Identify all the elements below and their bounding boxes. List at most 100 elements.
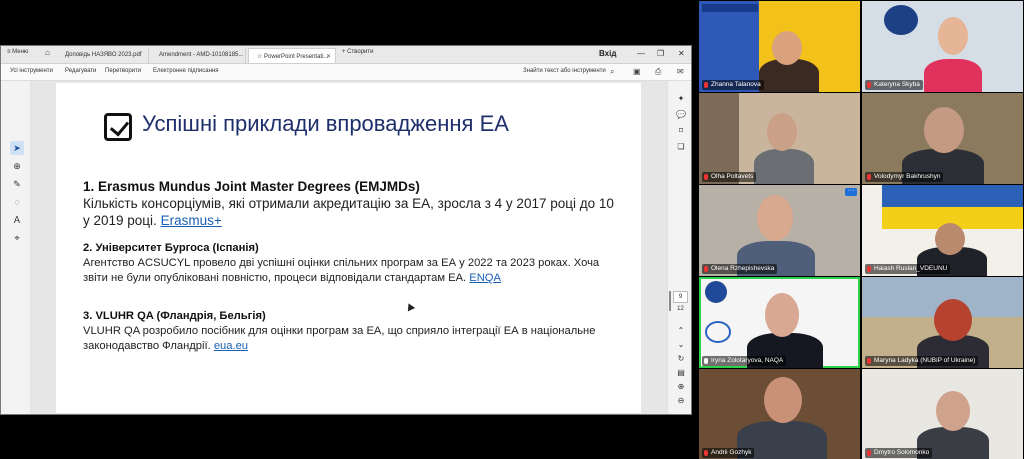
participant-tile[interactable]: Kateryna Skyba [862, 1, 1023, 92]
pdf-viewer-window: ≡ Меню ⌂ Доповідь НАЗЯВО 2023.pdf Amendm… [0, 45, 692, 415]
tab-label: PowerPoint Presentati... [264, 54, 329, 60]
zoom-icon[interactable]: ⊕ [10, 159, 24, 173]
participant-tile[interactable]: Andrii Gozhyk [699, 369, 860, 459]
bookmark-icon[interactable]: ⌑ [675, 125, 687, 137]
mic-muted-icon [704, 450, 708, 456]
select-cursor-icon[interactable]: ➤ [10, 141, 24, 155]
right-tool-rail: ✦ 💬 ⌑ ❏ 9 12 ⌃ ⌄ ↻ ▤ ⊕ ⊖ [667, 81, 691, 414]
text-icon[interactable]: Ａ [10, 213, 24, 227]
mail-icon[interactable]: ✉ [677, 67, 684, 76]
mic-muted-icon [867, 358, 871, 364]
mic-muted-icon [867, 82, 871, 88]
toolbar-convert[interactable]: Перетворити [105, 68, 141, 74]
zoom-out-icon[interactable]: ⊖ [675, 395, 687, 407]
person-head [764, 377, 802, 423]
save-icon[interactable]: ▣ [633, 67, 641, 76]
pen-icon[interactable]: ✎ [10, 177, 24, 191]
person-head [934, 299, 972, 341]
participant-tile[interactable]: ··· Olena Rzhepishevska [699, 185, 860, 276]
new-tab-button[interactable]: + Створити [342, 49, 374, 55]
participant-tile[interactable]: Maryna Ladyka (NUBiP of Ukraine) [862, 277, 1023, 368]
zoom-in-icon[interactable]: ⊕ [675, 381, 687, 393]
mic-muted-icon [867, 450, 871, 456]
tab-label: Amendment - AMD-10108185... [159, 52, 244, 58]
search-text-button[interactable]: Знайти текст або інструменти [523, 68, 606, 74]
slide-title: Успішні приклади впровадження ЕА [142, 111, 509, 136]
person-head [938, 17, 968, 55]
tab-bar: ≡ Меню ⌂ Доповідь НАЗЯВО 2023.pdf Amendm… [1, 46, 691, 64]
person-head [936, 391, 970, 431]
participant-name: Olena Rzhepishevska [702, 264, 778, 274]
participant-tile[interactable]: Dmytro Solomonko [862, 369, 1023, 459]
participant-name-text: Kateryna Skyba [874, 81, 920, 88]
flag-blue [882, 185, 1023, 207]
person-head [767, 113, 797, 151]
erasmus-badge [705, 321, 731, 343]
close-window-icon[interactable]: ✕ [678, 49, 685, 58]
person-head [765, 293, 799, 337]
more-options-icon[interactable]: ··· [845, 187, 857, 196]
source-link[interactable]: ENQA [469, 272, 501, 284]
tab-doc-1[interactable]: Доповідь НАЗЯВО 2023.pdf [57, 48, 149, 63]
participant-name: Dmytro Solomonko [865, 448, 933, 458]
participant-tile-active-speaker[interactable]: Iryna Zolotaryova, NAQA [699, 277, 860, 368]
maximize-icon[interactable]: ❐ [657, 49, 664, 58]
current-page-field[interactable]: 9 [673, 291, 688, 303]
backdrop-blue [699, 1, 759, 92]
person-torso [924, 59, 982, 92]
banner [702, 4, 758, 12]
total-pages: 12 [677, 306, 684, 312]
menu-button[interactable]: ≡ Меню [7, 49, 28, 55]
fit-page-icon[interactable]: ▤ [675, 367, 687, 379]
participant-tile[interactable]: Haiash Ruslan_VDEUNU [862, 185, 1023, 276]
mic-icon [704, 358, 708, 364]
pages-icon[interactable]: ❏ [675, 141, 687, 153]
stamp-icon[interactable]: ⌖ [10, 231, 24, 245]
print-icon[interactable]: ⎙ [655, 67, 661, 77]
source-link[interactable]: Erasmus+ [161, 213, 222, 228]
video-call-screen: ≡ Меню ⌂ Доповідь НАЗЯВО 2023.pdf Amendm… [0, 0, 1024, 459]
logo-badge [705, 281, 727, 303]
item-text: Агентство ACSUCYL провело дві успішні оц… [83, 257, 600, 284]
item-body: Кількість консорціумів, які отримали акр… [83, 195, 623, 229]
person-head [935, 223, 965, 255]
toolbar-all-tools[interactable]: Усі інструменти [10, 68, 53, 74]
minimize-icon[interactable]: — [637, 49, 645, 58]
toolbar-e-sign[interactable]: Електронне підписання [153, 68, 218, 74]
example-item-2: 2. Університет Бургоса (Іспанія) Агентст… [83, 241, 623, 286]
lasso-icon[interactable]: ◌ [10, 195, 24, 209]
comment-icon[interactable]: 💬 [675, 109, 687, 121]
participant-tile[interactable]: Olha Poltavets [699, 93, 860, 184]
person-torso [754, 149, 814, 184]
star-icon: ☆ [257, 54, 265, 60]
participant-name-text: Dmytro Solomonko [874, 449, 930, 456]
document-area: Успішні приклади впровадження ЕА 1. Eras… [31, 81, 667, 414]
source-link[interactable]: eua.eu [214, 340, 248, 352]
item-body: Агентство ACSUCYL провело дві успішні оц… [83, 256, 623, 286]
tab-doc-2[interactable]: Amendment - AMD-10108185... [151, 48, 246, 63]
sign-in-button[interactable]: Вхід [599, 49, 616, 58]
participant-name: Haiash Ruslan_VDEUNU [865, 264, 951, 274]
toolbar: Усі інструменти Редагувати Перетворити Е… [1, 64, 691, 81]
page-down-icon[interactable]: ⌄ [675, 339, 687, 351]
ai-assistant-icon[interactable]: ✦ [675, 93, 687, 105]
refresh-icon[interactable]: ↻ [675, 353, 687, 365]
checkbox-icon [104, 113, 132, 141]
backdrop [699, 93, 739, 184]
participant-name: Iryna Zolotaryova, NAQA [702, 356, 787, 366]
close-tab-icon[interactable]: ✕ [326, 53, 331, 60]
tab-doc-3[interactable]: ☆ PowerPoint Presentati... ✕ [248, 48, 336, 63]
scrollbar-thumb[interactable] [669, 291, 671, 311]
item-heading: 2. Університет Бургоса (Іспанія) [83, 242, 259, 254]
slide-page: Успішні приклади впровадження ЕА 1. Eras… [56, 83, 641, 413]
mic-muted-icon [704, 174, 708, 180]
participant-name-text: Iryna Zolotaryova, NAQA [711, 357, 784, 364]
search-icon[interactable]: ⌕ [610, 67, 614, 77]
participant-tile[interactable]: Zhanna Talanova [699, 1, 860, 92]
mic-muted-icon [704, 82, 708, 88]
home-icon[interactable]: ⌂ [45, 48, 50, 57]
mic-muted-icon [867, 174, 871, 180]
toolbar-edit[interactable]: Редагувати [65, 68, 96, 74]
participant-tile[interactable]: Volodymyr Bakhrushyn [862, 93, 1023, 184]
page-up-icon[interactable]: ⌃ [675, 325, 687, 337]
